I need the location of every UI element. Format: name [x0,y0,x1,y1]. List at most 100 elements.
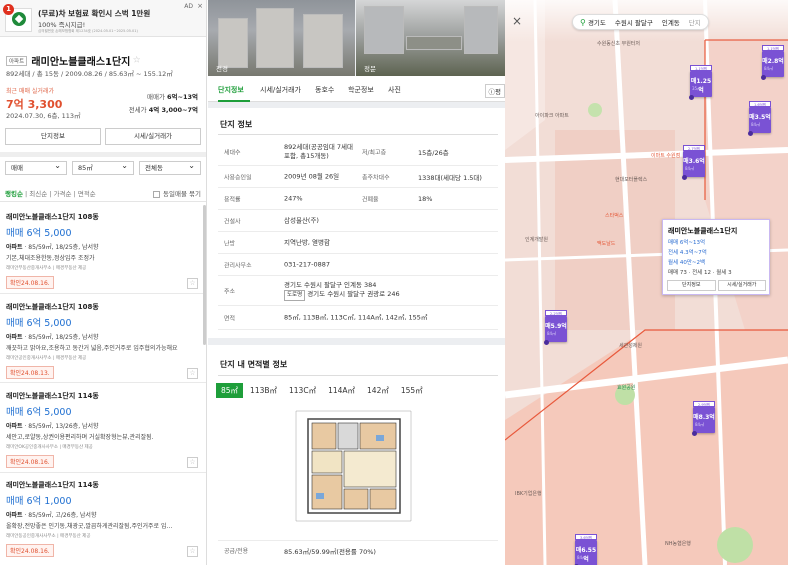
marker-size: 84㎡ [577,555,587,560]
popup-info-button[interactable]: 단지정보 [667,280,716,291]
map-label: 세관성제원 [619,343,643,349]
tab-school[interactable]: 학군정보 [348,85,374,95]
location-pin-icon: ⚲ [580,18,586,27]
breadcrumb-city[interactable]: 수원시 팔달구 [615,17,653,27]
list-item[interactable]: 래미안노블클래스1단지 108동 매매 6억 5,000 아파트 · 85/59… [6,302,200,379]
price-history-button[interactable]: 시세/실거래가 [105,128,201,145]
price-marker[interactable]: 2.7억원 매3.6억 84㎡ [682,145,705,180]
marker-top: 2.7억원 [683,145,705,151]
size-tab[interactable]: 85㎡ [216,383,244,398]
map-label: 수원동신초 무원터저 [597,41,640,47]
marker-price: 매3.5억 [749,114,771,121]
breadcrumb-complex[interactable]: 단지 [689,17,701,27]
price-marker[interactable]: 1.1억원 매1.25억 35㎡ [689,65,712,100]
listing-spec-detail: · 85/59㎡, 고/26층, 남서향 [22,512,97,519]
size-tab[interactable]: 114A㎡ [323,383,360,398]
pyeong-toggle[interactable]: ⓘ평 [484,84,505,98]
size-tab[interactable]: 155㎡ [396,383,428,398]
info-key: 사용승인일 [224,174,252,181]
info-row: 관리사무소 031-217-0887 [218,254,498,276]
favorite-star-icon[interactable]: ☆ [187,278,198,289]
size-tab[interactable]: 142㎡ [362,383,394,398]
dong-select[interactable]: 전체동 [139,160,201,175]
group-same-listings-checkbox[interactable]: 동일매물 묶기 [153,188,201,198]
sort-latest[interactable]: 최신순 [29,190,47,198]
sale-range-label: 매매가 [146,93,165,101]
sort-price[interactable]: 가격순 [54,190,72,198]
info-row: 사용승인일 2009년 08월 26일 총주차대수 1338대(세대당 1.5대… [218,166,498,188]
sale-range-value: 6억~13억 [167,93,198,101]
listing-spec: 아파트 · 85/59㎡, 13/26층, 남서향 [6,421,200,430]
building-shape [218,18,248,68]
sort-row: 랭킹순 | 최신순 | 가격순 | 면적순 동일매물 묶기 [5,188,201,198]
listing-title: 래미안노블클래스1단지 108동 [6,303,99,311]
popup-sale: 매매 6억~13억 [668,240,706,246]
favorite-star-icon[interactable]: ☆ [187,457,198,468]
building-shape [303,14,343,68]
listing-panel: 1 (무료)차 보험료 확인시 스벅 1만원 100% 즉시지급! 심의필번호 … [0,0,207,565]
building-shape [464,6,498,54]
tab-price-history[interactable]: 시세/실거래가 [260,85,301,95]
size-tab[interactable]: 113C㎡ [284,383,321,398]
area-value: 85.63㎡/59.99㎡(전용률 70%) [284,548,376,556]
popup-jeonse: 전세 4.3억~7억 [668,250,707,256]
popup-price-button[interactable]: 시세/실거래가 [717,280,766,291]
ad-title[interactable]: (무료)차 보험료 확인시 스벅 1만원 [38,8,150,19]
complex-button-row: 단지정보 시세/실거래가 [5,128,201,145]
price-marker[interactable]: 1.6억원 매3.5억 84㎡ [748,101,771,136]
listing-description: 기본,체대조용한동,정상입주 조정가 [6,255,95,262]
map-panel[interactable]: × ⚲ 경기도 수원시 팔달구 인계동 단지 수원동신초 무원터저 아이파크 아… [505,0,788,565]
size-select[interactable]: 85㎡ [72,160,134,175]
photo-exterior[interactable]: 전경 [208,0,355,76]
info-row: 면적 85㎡, 113B㎡, 113C㎡, 114A㎡, 142㎡, 155㎡ [218,306,498,330]
tab-complex-info[interactable]: 단지정보 [218,85,244,95]
marker-size: 35㎡ [692,86,702,91]
close-icon[interactable]: × [512,14,522,28]
complex-info-button[interactable]: 단지정보 [5,128,101,145]
ad-banner[interactable]: 1 (무료)차 보험료 확인시 스벅 1만원 100% 즉시지급! 심의필번호 … [0,0,206,37]
section-title: 단지 정보 [220,120,253,129]
marker-top: 1.1억원 [690,65,712,71]
complex-map-popup[interactable]: 래미안노블클래스1단지 매매 6억~13억 전세 4.3억~7억 월세 40만~… [662,219,770,295]
size-tab[interactable]: 113B㎡ [245,383,282,398]
scrollbar[interactable] [203,205,206,345]
filter-row: 매매 85㎡ 전체동 [5,160,201,175]
info-key: 용적률 [224,196,241,203]
trade-type-select[interactable]: 매매 [5,160,67,175]
group-same-listings-label: 동일매물 묶기 [163,190,201,198]
map-label: 맥도날드 [597,241,616,247]
ad-close-icon[interactable]: × [197,2,203,10]
map-label: 이마트 수원점 [651,153,681,159]
breadcrumb-province[interactable]: ⚲ 경기도 [580,17,606,27]
info-key: 세대수 [224,149,241,156]
marker-size: 84㎡ [764,66,774,71]
breadcrumb-dong[interactable]: 인계동 [662,17,680,27]
info-value: 18% [418,194,433,203]
list-item[interactable]: 래미안노블클래스1단지 114동 매매 6억 5,000 아파트 · 85/59… [6,391,200,468]
divider [0,472,206,473]
area-row: 공급/전용 85.63㎡/59.99㎡(전용률 70%) [218,540,498,558]
price-marker[interactable]: 3.6억원 매6.55억 84㎡ [574,534,597,565]
favorite-star-icon[interactable]: ☆ [133,56,141,66]
list-item[interactable]: 래미안노블클래스1단지 114동 매매 6억 1,000 아파트 · 85/59… [6,480,200,557]
address-lot: 경기도 수원시 팔달구 인계동 384 [284,280,377,289]
favorite-star-icon[interactable]: ☆ [187,546,198,557]
photo-gate[interactable]: 정문 [356,0,505,76]
marker-size: 84㎡ [685,166,695,171]
listing-type: 아파트 [6,512,23,519]
price-marker[interactable]: 2.2억원 매5.9억 84㎡ [544,310,567,345]
tab-photos[interactable]: 사진 [388,85,401,95]
floorplan-image[interactable] [286,405,421,527]
sort-area[interactable]: 면적순 [78,190,96,198]
map-label: 스타벅스 [605,213,624,219]
favorite-star-icon[interactable]: ☆ [187,368,198,379]
listing-title: 래미안노블클래스1단지 108동 [6,213,99,221]
price-marker[interactable]: 1.1억원 매2.8억 84㎡ [761,45,784,80]
price-marker[interactable]: 2.9억원 매8.3억 84㎡ [692,401,715,436]
listing-description: 올확장,전망좋은 인기동,채광굿,깔끔하게관리잘됨,주인거주로 입… [6,523,173,530]
divider [218,375,498,376]
popup-buttons: 단지정보 시세/실거래가 [667,280,766,291]
sort-ranking[interactable]: 랭킹순 [5,190,23,198]
tab-dong-ho[interactable]: 동호수 [315,85,334,95]
list-item[interactable]: 래미안노블클래스1단지 108동 매매 6억 5,000 아파트 · 85/59… [6,212,200,289]
